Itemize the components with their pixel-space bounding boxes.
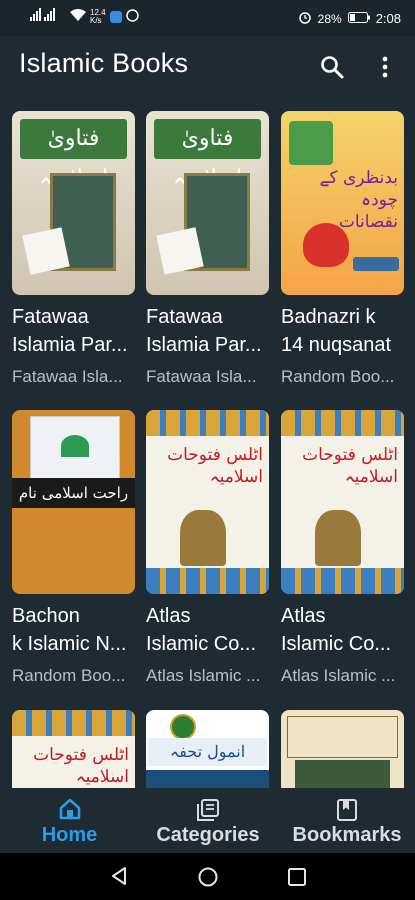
book-category: Fatawaa Isla... bbox=[12, 367, 123, 386]
home-circle-icon[interactable] bbox=[197, 866, 219, 893]
book-title-line: Islamia Par... bbox=[146, 334, 262, 356]
book-title-line: 14 nuqsanat bbox=[281, 334, 392, 356]
book-cover[interactable] bbox=[281, 710, 404, 788]
book-title-line: Atlas bbox=[281, 605, 326, 627]
cover-title: اٹلس فتوحات اسلامیہ bbox=[33, 745, 129, 787]
book-category: Random Boo... bbox=[281, 367, 395, 386]
system-navigation-bar bbox=[0, 853, 415, 900]
author-badge bbox=[353, 257, 399, 271]
book-category: Atlas Islamic ... bbox=[281, 666, 396, 685]
book-cover[interactable]: اٹلس فتوحات اسلامیہ bbox=[12, 710, 135, 788]
book-category: Atlas Islamic ... bbox=[146, 666, 261, 685]
book-cover[interactable]: اٹلس فتوحات اسلامیہ bbox=[281, 410, 404, 594]
book-title-line: Fatawaa bbox=[146, 306, 223, 328]
book-cover[interactable]: بدنظری کے چودہ نقصانات bbox=[281, 111, 404, 295]
book-cover[interactable]: اٹلس فتوحات اسلامیہ bbox=[146, 410, 269, 594]
paper-image bbox=[22, 227, 70, 275]
paper-image bbox=[156, 227, 204, 275]
nav-bookmarks-label: Bookmarks bbox=[292, 824, 402, 846]
book-cover[interactable]: فتاویٰ اسلامیہ bbox=[12, 111, 135, 295]
book-cover[interactable]: فتاویٰ اسلامیہ bbox=[146, 111, 269, 295]
status-right: 28% 2:08 bbox=[298, 10, 401, 27]
book-title[interactable]: Fatawaa Islamia Par... bbox=[146, 303, 274, 359]
nav-home[interactable]: Home bbox=[22, 788, 117, 853]
more-options-icon[interactable] bbox=[375, 54, 395, 80]
mosque-image bbox=[30, 416, 120, 480]
cover-title: اٹلس فتوحات اسلامیہ bbox=[302, 445, 398, 487]
book-category: Random Boo... bbox=[12, 666, 126, 685]
book-title-line: k Islamic N... bbox=[12, 633, 127, 655]
heart-image bbox=[303, 223, 349, 267]
cover-header bbox=[287, 716, 398, 758]
bookmark-icon bbox=[336, 798, 358, 827]
battery-percent: 28% bbox=[317, 11, 342, 26]
nav-categories[interactable]: Categories bbox=[148, 788, 268, 853]
back-icon[interactable] bbox=[110, 866, 128, 891]
book-title-line: Islamia Par... bbox=[12, 334, 128, 356]
book-title-line: Fatawaa bbox=[12, 306, 89, 328]
book-title-line: Badnazri k bbox=[281, 306, 376, 328]
signal-icon bbox=[30, 8, 66, 25]
library-icon bbox=[196, 798, 220, 827]
cover-title: اٹلس فتوحات اسلامیہ bbox=[167, 445, 263, 487]
status-left: 12.4 K/s bbox=[30, 8, 139, 25]
book-title[interactable]: Atlas Islamic Co... bbox=[281, 602, 409, 658]
app-bar: Islamic Books bbox=[0, 36, 415, 98]
nav-bookmarks[interactable]: Bookmarks bbox=[288, 788, 406, 853]
book-category: Fatawaa Isla... bbox=[146, 367, 257, 386]
book-title-line: Bachon bbox=[12, 605, 80, 627]
dome-image bbox=[180, 510, 226, 566]
notification-app-icon bbox=[109, 10, 122, 23]
cover-border-pattern bbox=[281, 568, 404, 594]
cover-border-pattern bbox=[12, 710, 135, 736]
book-title[interactable]: Badnazri k 14 nuqsanat bbox=[281, 303, 409, 359]
clock: 2:08 bbox=[375, 11, 401, 26]
book-cover[interactable]: انمول تحفہ bbox=[146, 710, 269, 788]
nav-home-label: Home bbox=[41, 824, 98, 846]
cover-emblem bbox=[289, 121, 333, 165]
cover-border-pattern bbox=[146, 568, 269, 594]
recents-icon[interactable] bbox=[287, 867, 307, 892]
books-grid: فتاویٰ اسلامیہ Fatawaa Islamia Par... Fat… bbox=[0, 98, 415, 788]
search-icon[interactable] bbox=[319, 54, 345, 80]
book-title[interactable]: Fatawaa Islamia Par... bbox=[12, 303, 140, 359]
book-cover[interactable]: راحت اسلامی نام bbox=[12, 410, 135, 594]
cover-emblem bbox=[170, 714, 196, 740]
battery-icon bbox=[347, 11, 370, 26]
alarm-icon bbox=[298, 10, 312, 27]
book-title-line: Atlas bbox=[146, 605, 191, 627]
dome-shape bbox=[61, 435, 89, 457]
book-title[interactable]: Bachon k Islamic N... bbox=[12, 602, 140, 658]
bottom-navigation: Home Categories Bookmarks bbox=[0, 788, 415, 853]
status-bar: 12.4 K/s 28% 2:08 bbox=[0, 0, 415, 36]
cover-title: فتاویٰ اسلامیہ bbox=[20, 119, 127, 191]
dome-image bbox=[315, 510, 361, 566]
cover-border-pattern bbox=[281, 410, 404, 436]
nav-categories-label: Categories bbox=[156, 824, 260, 846]
wifi-icon bbox=[70, 8, 86, 25]
cover-panel bbox=[295, 760, 390, 788]
book-title-line: Islamic Co... bbox=[281, 633, 392, 655]
cover-band bbox=[146, 770, 269, 788]
home-icon bbox=[58, 798, 82, 825]
cover-border-pattern bbox=[146, 410, 269, 436]
network-speed: 12.4 K/s bbox=[90, 7, 106, 25]
whatsapp-icon bbox=[125, 8, 139, 25]
cover-title: انمول تحفہ bbox=[148, 738, 267, 766]
book-title[interactable]: Atlas Islamic Co... bbox=[146, 602, 274, 658]
cover-title: راحت اسلامی نام bbox=[12, 478, 135, 508]
cover-title: فتاویٰ اسلامیہ bbox=[154, 119, 261, 191]
book-title-line: Islamic Co... bbox=[146, 633, 257, 655]
app-title: Islamic Books bbox=[19, 48, 189, 78]
